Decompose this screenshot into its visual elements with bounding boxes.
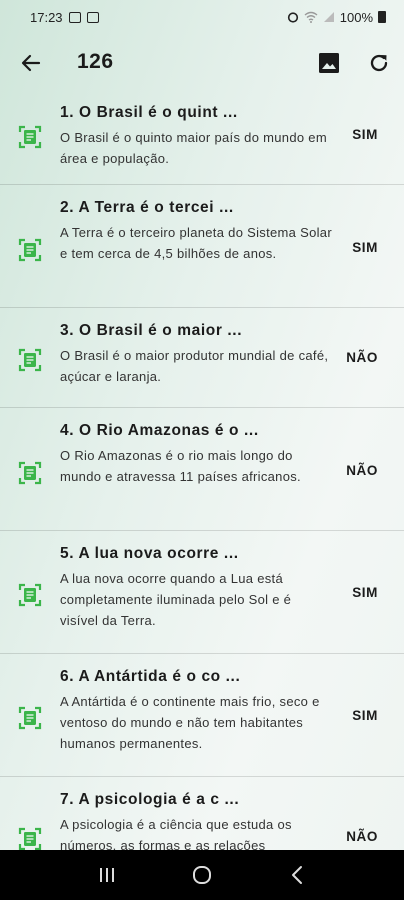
item-description: O Rio Amazonas é o rio mais longo do mun… [60,448,301,484]
item-description: O Brasil é o quinto maior país do mundo … [60,130,327,166]
item-title: 5. A lua nova ocorre ... [60,545,239,562]
document-scan-icon [18,125,42,149]
sim-icon [86,11,99,23]
back-button[interactable] [16,48,46,78]
list-item[interactable]: 3. O Brasil é o maior ... O Brasil é o m… [0,308,404,408]
item-answer: NÃO [346,829,378,844]
list-item[interactable]: 7. A psicologia é a c ... A psicologia é… [0,777,404,850]
app-bar: 126 [0,38,404,88]
arrow-left-icon [21,54,41,72]
document-scan-icon [18,583,42,607]
image-icon [68,11,81,23]
item-title: 3. O Brasil é o maior ... [60,322,243,339]
wifi-icon [304,11,318,23]
list-item[interactable]: 2. A Terra é o tercei ... A Terra é o te… [0,185,404,308]
item-title: 1. O Brasil é o quint ... [60,104,238,121]
page-title: 126 [77,50,114,73]
list-item[interactable]: 6. A Antártida é o co ... A Antártida é … [0,654,404,777]
recent-apps-button[interactable] [92,860,122,890]
item-description: A Antártida é o continente mais frio, se… [60,694,320,751]
status-time: 17:23 [30,9,63,25]
document-scan-icon [18,238,42,262]
item-answer: NÃO [346,463,378,478]
battery-percentage: 100% [339,9,373,25]
image-icon [319,53,339,73]
image-button[interactable] [316,50,342,76]
document-scan-icon [18,827,42,850]
item-description: A lua nova ocorre quando a Lua está comp… [60,571,292,628]
refresh-icon [370,54,388,72]
back-nav-button[interactable] [282,860,312,890]
list-item[interactable]: 4. O Rio Amazonas é o ... O Rio Amazonas… [0,408,404,531]
item-description: O Brasil é o maior produtor mundial de c… [60,348,329,384]
item-description: A psicologia é a ciência que estuda os n… [60,817,292,850]
item-description: A Terra é o terceiro planeta do Sistema … [60,225,332,261]
item-title: 2. A Terra é o tercei ... [60,199,234,216]
battery-icon [378,11,386,23]
chevron-left-icon [291,866,302,884]
document-scan-icon [18,706,42,730]
refresh-button[interactable] [366,50,392,76]
status-bar: 17:23 100% [0,0,404,34]
item-answer: SIM [352,585,378,600]
list-item[interactable]: 5. A lua nova ocorre ... A lua nova ocor… [0,531,404,654]
list-item[interactable]: 1. O Brasil é o quint ... O Brasil é o q… [0,90,404,185]
system-nav-bar [0,850,404,900]
document-scan-icon [18,348,42,372]
item-answer: NÃO [346,350,378,365]
signal-icon [323,12,334,22]
item-title: 7. A psicologia é a c ... [60,791,240,808]
item-title: 4. O Rio Amazonas é o ... [60,422,259,439]
item-answer: SIM [352,708,378,723]
item-answer: SIM [352,127,378,142]
item-answer: SIM [352,240,378,255]
recent-apps-icon [100,868,115,882]
question-list[interactable]: 1. O Brasil é o quint ... O Brasil é o q… [0,90,404,850]
document-scan-icon [18,461,42,485]
item-title: 6. A Antártida é o co ... [60,668,241,685]
home-icon [192,866,211,884]
alarm-icon [287,12,298,23]
home-button[interactable] [187,860,217,890]
